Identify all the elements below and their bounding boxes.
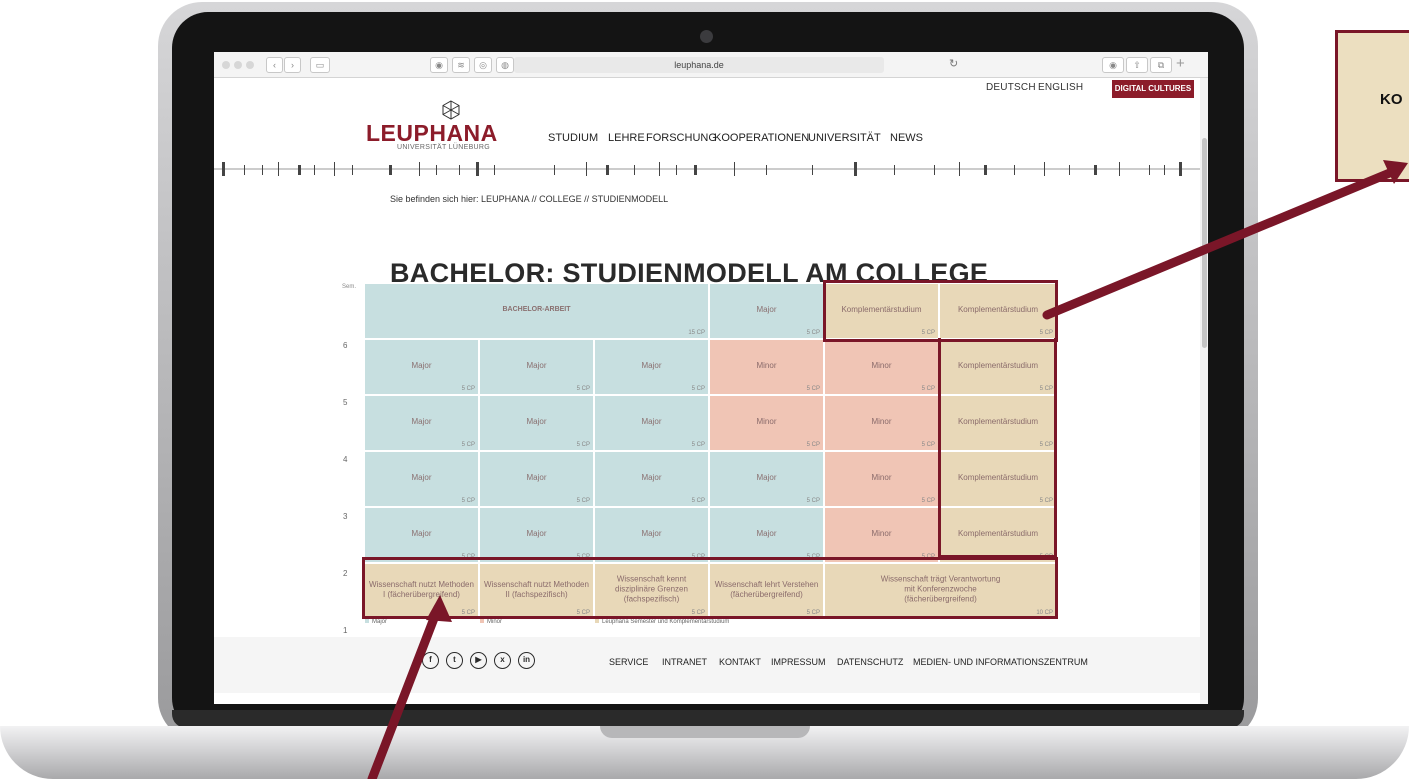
annotation-arrows — [367, 160, 1408, 779]
arrow-head — [426, 595, 452, 622]
stage: ‹ › ▭ ◉ ≋ ◎ ◍ ≡ leuphana.de ↻ ◉ ⇧ ⧉ + DE… — [0, 0, 1409, 779]
arrow-line — [1042, 167, 1397, 320]
arrow-line — [367, 603, 443, 779]
